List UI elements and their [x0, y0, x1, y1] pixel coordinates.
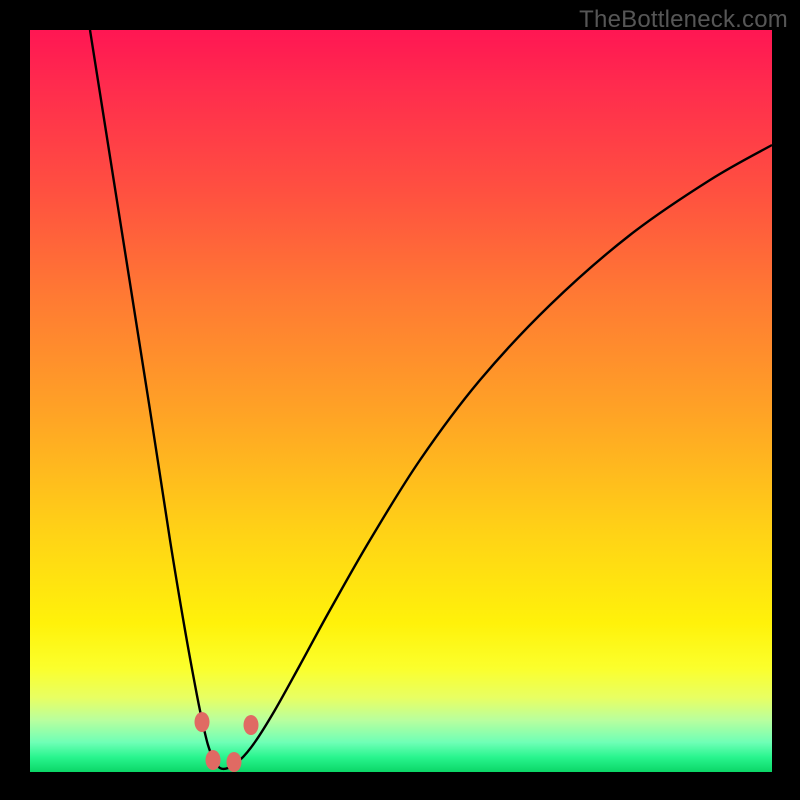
- marker-right-lower: [227, 752, 242, 772]
- marker-left-lower: [206, 750, 221, 770]
- bottleneck-curve: [90, 30, 772, 769]
- curve-layer: [30, 30, 772, 772]
- chart-stage: TheBottleneck.com: [0, 0, 800, 800]
- watermark-text: TheBottleneck.com: [579, 6, 788, 34]
- marker-left-upper: [195, 712, 210, 732]
- marker-group: [195, 712, 259, 772]
- marker-right-upper: [244, 715, 259, 735]
